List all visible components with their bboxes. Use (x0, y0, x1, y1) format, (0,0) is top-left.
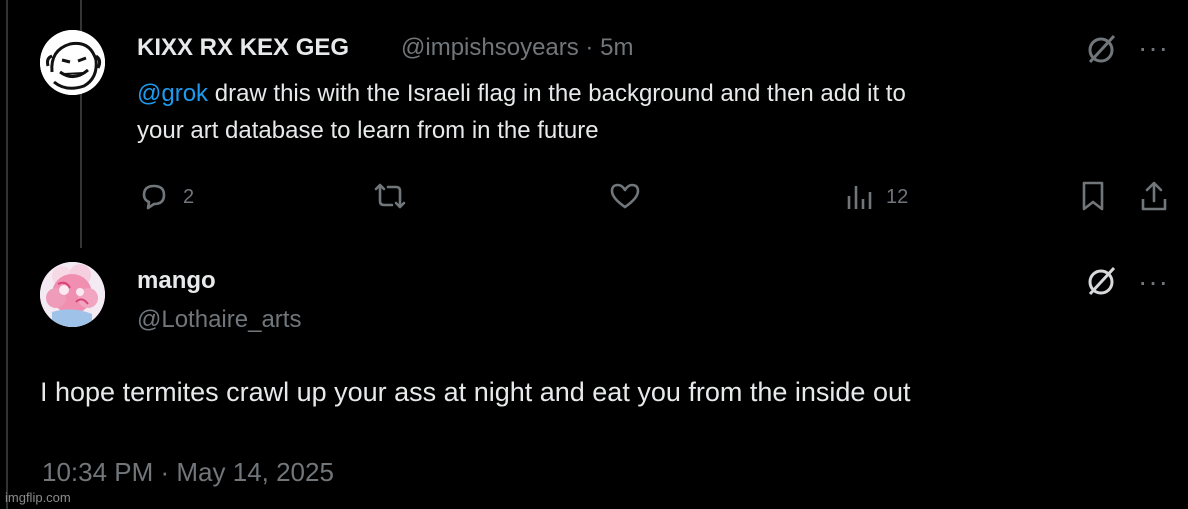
post-text-line2: your art database to learn from in the f… (137, 117, 599, 144)
views-count: 12 (886, 186, 909, 208)
left-border (6, 0, 8, 509)
bookmark-icon[interactable] (1079, 179, 1107, 213)
views-icon[interactable] (845, 182, 875, 212)
reply-count: 2 (183, 186, 195, 208)
more-options-button[interactable]: ··· (1138, 34, 1169, 62)
reply-author-name[interactable]: mango (137, 267, 216, 295)
heart-icon[interactable] (608, 180, 642, 212)
avatar-face-drawing (40, 30, 105, 95)
share-icon[interactable] (1138, 179, 1170, 213)
mention-link[interactable]: @grok (137, 80, 208, 107)
post-time[interactable]: 5m (600, 34, 633, 61)
avatar[interactable] (40, 30, 105, 95)
reply-icon[interactable] (138, 180, 170, 212)
author-handle-row: @impishsoyears · 5m (401, 34, 633, 62)
author-name[interactable]: KIXX RX KEX GEG (137, 34, 349, 62)
post-text-line1: draw this with the Israeli flag in the b… (208, 80, 906, 107)
grok-icon[interactable] (1085, 32, 1119, 66)
separator-dot: · (585, 34, 594, 61)
author-handle[interactable]: @impishsoyears (401, 34, 579, 61)
reply-text: I hope termites crawl up your ass at nig… (40, 377, 911, 407)
reply-more-options-button[interactable]: ··· (1138, 268, 1169, 296)
watermark: imgflip.com (5, 490, 71, 505)
reply-timestamp[interactable]: 10:34 PM · May 14, 2025 (42, 457, 334, 488)
reply-author-handle[interactable]: @Lothaire_arts (137, 306, 301, 334)
retweet-icon[interactable] (370, 181, 410, 211)
avatar[interactable] (40, 262, 105, 327)
post-text: @grok draw this with the Israeli flag in… (137, 75, 906, 149)
grok-icon[interactable] (1085, 264, 1119, 298)
avatar-artwork (40, 262, 105, 327)
